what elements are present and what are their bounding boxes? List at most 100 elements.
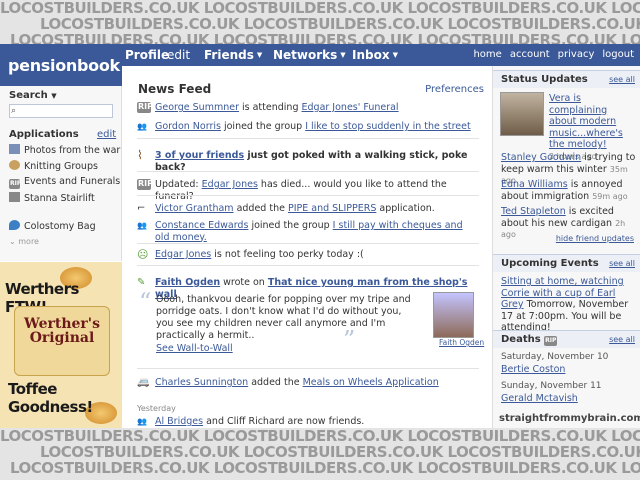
candy-pack-image: Werther's Original — [14, 306, 110, 376]
event-link[interactable]: Edgar Jones' Funeral — [302, 102, 399, 113]
feed-item: 👥 Constance Edwards joined the group I s… — [137, 220, 463, 243]
van-icon: 🚐 — [137, 377, 150, 388]
preferences-link[interactable]: Preferences — [425, 84, 484, 95]
news-feed-panel: News Feed Preferences RIP George Summner… — [123, 66, 492, 428]
user-link[interactable]: Constance Edwards — [155, 220, 248, 231]
applications-heading: Applications — [9, 129, 79, 140]
death-item: Saturday, November 10 Bertie Coston — [501, 352, 637, 375]
nav-profile[interactable]: Profile — [125, 48, 169, 62]
user-link[interactable]: George Summner — [155, 102, 239, 113]
divider — [137, 171, 479, 172]
sidebar-more-link[interactable]: ⌄ more — [9, 237, 39, 246]
app-link[interactable]: PIPE and SLIPPERS — [288, 203, 376, 214]
werthers-advert[interactable]: Werthers FTW! Werther's Original Toffee … — [0, 262, 122, 428]
sidebar-item-colostomy[interactable]: Colostomy Bag — [9, 220, 121, 232]
people-icon: 👥 — [137, 122, 147, 131]
app-link[interactable]: Meals on Wheels Application — [303, 377, 439, 388]
user-link[interactable]: Victor Grantham — [155, 203, 234, 214]
user-link[interactable]: Charles Sunnington — [155, 377, 248, 388]
nav-logout[interactable]: logout — [602, 49, 634, 60]
user-link[interactable]: Ted Stapleton — [501, 206, 566, 217]
date-divider: Yesterday — [137, 404, 176, 413]
feed-item: 👥 Al Bridges and Cliff Richard are now f… — [137, 416, 365, 427]
nav-inbox[interactable]: Inbox ▼ — [352, 48, 398, 62]
divider — [137, 368, 479, 369]
user-link[interactable]: Bertie Coston — [501, 364, 637, 376]
see-wall-to-wall-link[interactable]: See Wall-to-Wall — [156, 343, 233, 354]
death-item: Sunday, November 11 Gerald Mctavish — [501, 381, 637, 404]
nav-friends[interactable]: Friends ▼ — [204, 48, 262, 62]
chevron-down-icon: ▼ — [51, 92, 57, 100]
upcoming-events-header: Upcoming Events see all — [493, 254, 640, 272]
nav-privacy[interactable]: privacy — [558, 49, 595, 60]
chevron-down-icon: ▼ — [392, 51, 398, 59]
rip-icon: RIP — [137, 179, 153, 190]
open-quote-icon: “ — [139, 288, 152, 316]
user-link[interactable]: Gordon Norris — [155, 121, 221, 132]
people-icon: 👥 — [137, 221, 147, 230]
nav-home[interactable]: home — [473, 49, 501, 60]
photo-caption[interactable]: Faith Ogden — [439, 338, 484, 347]
user-link[interactable]: Edgar Jones — [202, 179, 258, 190]
chevron-down-icon: ▼ — [340, 51, 346, 59]
stairlift-icon — [9, 192, 20, 202]
nav-edit[interactable]: edit — [167, 48, 190, 62]
wall-post-text: Oooh, thankvou dearie for popping over m… — [156, 294, 411, 341]
user-link[interactable]: Faith Ogden — [155, 277, 220, 288]
divider — [137, 265, 479, 266]
people-icon: 👥 — [137, 417, 147, 426]
feed-item: 👥 Gordon Norris joined the group I like … — [137, 121, 471, 132]
photos-icon — [9, 144, 20, 154]
user-link[interactable]: Stanley Goodwin — [501, 152, 581, 163]
divider — [137, 138, 479, 139]
divider — [137, 243, 479, 244]
see-all-link[interactable]: see all — [609, 259, 635, 268]
feed-item: ☹ Edgar Jones is not feeling too perky t… — [137, 248, 364, 261]
see-all-link[interactable]: see all — [609, 75, 635, 84]
user-link[interactable]: Edna Williams — [501, 179, 568, 190]
ad-tagline: Toffee Goodness! — [8, 380, 93, 416]
see-all-link[interactable]: see all — [609, 335, 635, 344]
user-link[interactable]: Edgar Jones — [155, 249, 211, 260]
right-sidebar: Status Updates see all Vera is complainin… — [492, 66, 640, 428]
rip-icon: RIP — [9, 179, 22, 189]
wall-post-icon: ✎ — [137, 277, 146, 288]
search-icon: ⌕ — [11, 106, 17, 116]
sidebar-item-events[interactable]: RIP Events and Funerals — [9, 176, 121, 189]
applications-edit-link[interactable]: edit — [97, 129, 116, 140]
pipe-icon: ⌐ — [137, 203, 146, 214]
knitting-icon — [9, 160, 20, 170]
sidebar-item-knitting[interactable]: Knitting Groups — [9, 160, 121, 172]
status-item: Edna Williams is annoyed about immigrati… — [501, 179, 628, 202]
profile-photo[interactable] — [500, 92, 544, 136]
search-label: Search ▼ — [9, 90, 57, 101]
event-item: Sitting at home, watching Corrie with a … — [501, 276, 629, 333]
feed-item: 🚐 Charles Sunnington added the Meals on … — [137, 377, 439, 388]
feed-item: ⌐ Victor Grantham added the PIPE and SLI… — [137, 203, 435, 214]
feed-item: ⌇ 3 of your friends just got poked with … — [137, 148, 468, 173]
nav-account[interactable]: account — [510, 49, 550, 60]
group-link[interactable]: I like to stop suddenly in the street — [305, 121, 470, 132]
friends-link[interactable]: 3 of your friends — [155, 150, 244, 161]
sidebar-item-photos[interactable]: Photos from the war — [9, 144, 121, 156]
page-title: News Feed — [138, 82, 212, 96]
watermark-bottom: LOCOSTBUILDERS.CO.UK LOCOSTBUILDERS.CO.U… — [0, 428, 640, 480]
hide-friend-updates-link[interactable]: hide friend updates — [556, 234, 634, 243]
sidebar-item-stairlift[interactable]: Stanna Stairlift — [9, 192, 121, 204]
site-footer: straightfrommybrain.com — [499, 413, 640, 424]
search-input[interactable]: ⌕ — [9, 104, 113, 118]
user-link[interactable]: Al Bridges — [155, 416, 203, 427]
rip-icon: RIP — [544, 336, 558, 346]
deaths-header: Deaths RIP see all — [493, 330, 640, 348]
bag-icon — [9, 220, 20, 230]
rip-icon: RIP — [137, 102, 153, 113]
nav-networks[interactable]: Networks ▼ — [273, 48, 346, 62]
brand-logo[interactable]: pensionbook — [0, 44, 122, 86]
user-link[interactable]: Gerald Mctavish — [501, 393, 637, 405]
feed-item: RIP George Summner is attending Edgar Jo… — [137, 102, 399, 113]
status-updates-header: Status Updates see all — [493, 70, 640, 88]
profile-photo[interactable] — [433, 292, 474, 338]
divider — [137, 195, 479, 196]
left-sidebar: Search ▼ ⌕ Applications edit Photos from… — [0, 86, 122, 261]
status-link[interactable]: Vera is complaining about modern music..… — [549, 93, 637, 151]
